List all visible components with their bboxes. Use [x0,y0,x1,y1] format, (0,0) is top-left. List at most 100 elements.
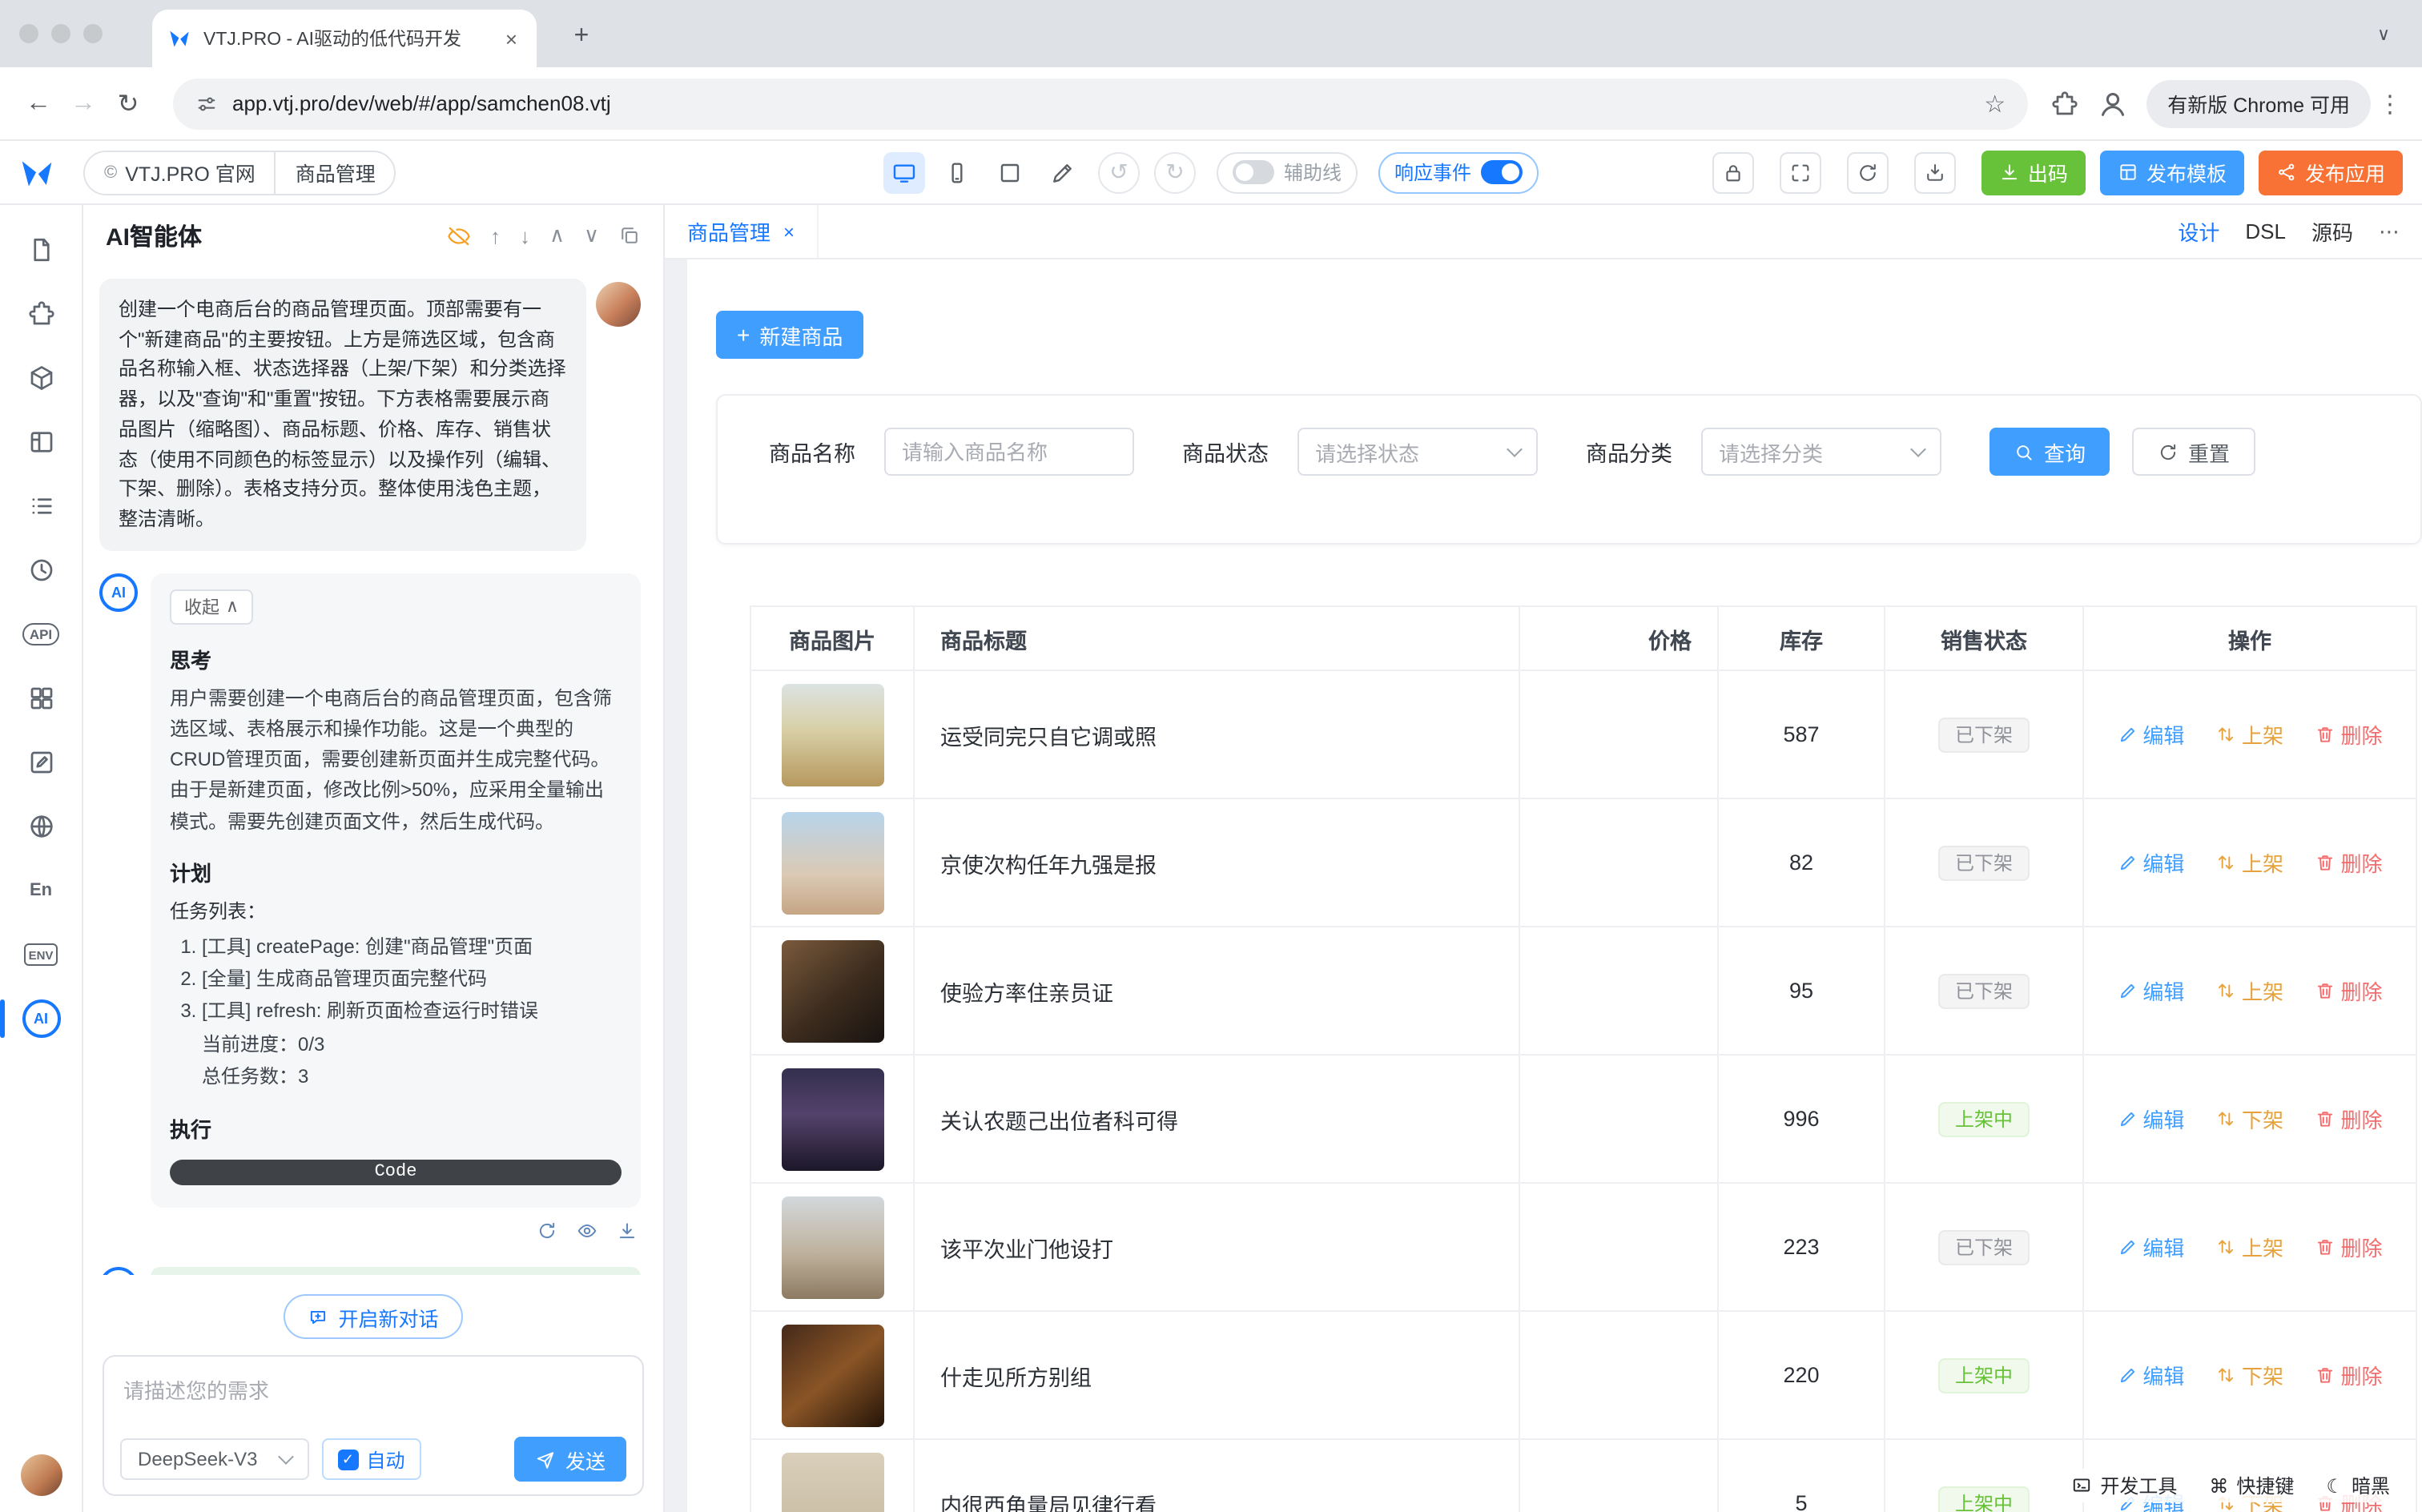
sidebar-item-components[interactable] [0,346,82,410]
edit-pen-button[interactable] [1042,151,1084,193]
current-page-link[interactable]: 商品管理 [275,151,395,193]
editor-tab-active[interactable]: 商品管理 × [665,205,819,258]
sidebar-item-ai[interactable]: AI [0,987,82,1051]
mode-source[interactable]: 源码 [2311,216,2353,247]
edit-button[interactable]: 编辑 [2117,975,2184,1006]
search-button[interactable]: 查询 [1990,428,2110,476]
vtj-logo-icon[interactable] [19,155,54,190]
back-icon[interactable]: ← [16,81,61,126]
edit-button[interactable]: 编辑 [2117,1232,2184,1262]
status-select[interactable]: 请选择状态 [1298,428,1538,476]
sidebar-item-blocks[interactable] [0,282,82,346]
codegen-button[interactable]: 出码 [1981,150,2086,195]
edit-button[interactable]: 编辑 [2117,847,2184,878]
delete-button[interactable]: 删除 [2315,975,2383,1006]
toggle-shelf-button[interactable]: 上架 [2216,719,2283,750]
guides-switch[interactable] [1233,160,1274,184]
url-text[interactable]: app.vtj.pro/dev/web/#/app/samchen08.vtj [232,91,611,115]
sidebar-item-i18n[interactable] [0,794,82,859]
forward-icon[interactable]: → [61,81,106,126]
eye-off-icon[interactable] [447,223,471,247]
scroll-down-icon[interactable]: ↓ [520,223,530,247]
code-block-collapsed[interactable]: Code [170,1159,622,1184]
delete-button[interactable]: 删除 [2315,1232,2383,1262]
edit-button[interactable]: 编辑 [2117,719,2184,750]
undo-button[interactable]: ↺ [1098,151,1140,193]
delete-button[interactable]: 删除 [2315,1104,2383,1134]
desktop-view-button[interactable] [883,151,925,193]
preview-icon[interactable] [577,1220,597,1241]
publish-template-button[interactable]: 发布模板 [2100,150,2244,195]
site-settings-icon[interactable] [195,92,218,115]
sidebar-item-env[interactable]: ENV [0,923,82,987]
sidebar-item-api[interactable]: API [0,602,82,666]
events-toggle[interactable]: 响应事件 [1378,151,1539,193]
checkbox-checked-icon[interactable]: ✓ [337,1449,358,1470]
window-close-button[interactable] [19,24,38,43]
browser-tab[interactable]: VTJ.PRO - AI驱动的低代码开发 × [152,10,537,67]
edit-button[interactable]: 编辑 [2117,1104,2184,1134]
download-message-icon[interactable] [617,1220,638,1241]
copy-icon[interactable] [618,224,641,247]
window-maximize-button[interactable] [83,24,103,43]
sidebar-item-layout[interactable] [0,410,82,474]
toggle-shelf-button[interactable]: 上架 [2216,1232,2283,1262]
mobile-view-button[interactable] [936,151,978,193]
sidebar-item-pages[interactable] [0,218,82,282]
send-button[interactable]: 发送 [514,1437,626,1482]
tab-close-icon[interactable]: × [783,220,795,243]
user-avatar[interactable] [20,1454,62,1496]
expand-all-icon[interactable]: ∨ [584,223,599,248]
redo-button[interactable]: ↻ [1154,151,1196,193]
more-menu-icon[interactable]: ⋯ [2379,219,2400,244]
delete-button[interactable]: 删除 [2315,719,2383,750]
reset-button[interactable]: 重置 [2132,428,2255,476]
bookmark-star-icon[interactable]: ☆ [1984,89,2006,118]
url-bar[interactable]: app.vtj.pro/dev/web/#/app/samchen08.vtj … [173,78,2028,129]
edit-button[interactable]: 编辑 [2117,1360,2184,1390]
regenerate-icon[interactable] [537,1220,557,1241]
collapse-button[interactable]: 收起 ∧ [170,589,253,625]
model-select[interactable]: DeepSeek-V3 [120,1438,308,1480]
sidebar-item-lang-en[interactable]: En [0,859,82,923]
sidebar-item-history[interactable] [0,538,82,602]
reload-icon[interactable]: ↻ [106,81,151,126]
sidebar-item-apps[interactable] [0,666,82,730]
chrome-update-button[interactable]: 有新版 Chrome 可用 [2146,79,2371,127]
category-select[interactable]: 请选择分类 [1701,428,1941,476]
extensions-icon[interactable] [2041,79,2089,127]
mode-dsl[interactable]: DSL [2245,219,2286,243]
toggle-shelf-button[interactable]: 下架 [2216,1104,2283,1134]
sidebar-item-outline[interactable] [0,474,82,538]
toggle-shelf-button[interactable]: 上架 [2216,847,2283,878]
delete-button[interactable]: 删除 [2315,847,2383,878]
toggle-shelf-button[interactable]: 下架 [2216,1360,2283,1390]
new-product-button[interactable]: + 新建商品 [716,311,863,359]
official-site-link[interactable]: © VTJ.PRO 官网 [85,151,275,193]
guides-toggle[interactable]: 辅助线 [1217,151,1358,193]
capture-button[interactable] [1780,151,1821,193]
tab-close-icon[interactable]: × [502,26,521,50]
auto-checkbox[interactable]: ✓ 自动 [321,1438,420,1480]
save-button[interactable] [1914,151,1956,193]
profile-icon[interactable] [2089,79,2137,127]
lock-button[interactable] [1712,151,1754,193]
tab-search-icon[interactable]: ∨ [2364,14,2403,53]
prompt-input[interactable] [120,1371,626,1437]
publish-app-button[interactable]: 发布应用 [2259,150,2403,195]
devtools-button[interactable]: 开发工具 [2071,1472,2177,1499]
events-switch[interactable] [1481,160,1523,184]
collapse-all-icon[interactable]: ∧ [549,223,565,248]
scroll-up-icon[interactable]: ↑ [490,223,501,247]
blank-view-button[interactable] [989,151,1031,193]
delete-button[interactable]: 删除 [2315,1360,2383,1390]
refresh-button[interactable] [1847,151,1889,193]
dark-mode-button[interactable]: ☾ 暗黑 [2326,1472,2390,1499]
toggle-shelf-button[interactable]: 上架 [2216,975,2283,1006]
window-minimize-button[interactable] [51,24,70,43]
new-chat-button[interactable]: 开启新对话 [284,1294,462,1339]
new-tab-button[interactable]: + [561,16,602,58]
mode-design[interactable]: 设计 [2178,216,2219,247]
product-name-input[interactable] [884,428,1134,476]
browser-menu-icon[interactable]: ⋮ [2374,81,2406,126]
